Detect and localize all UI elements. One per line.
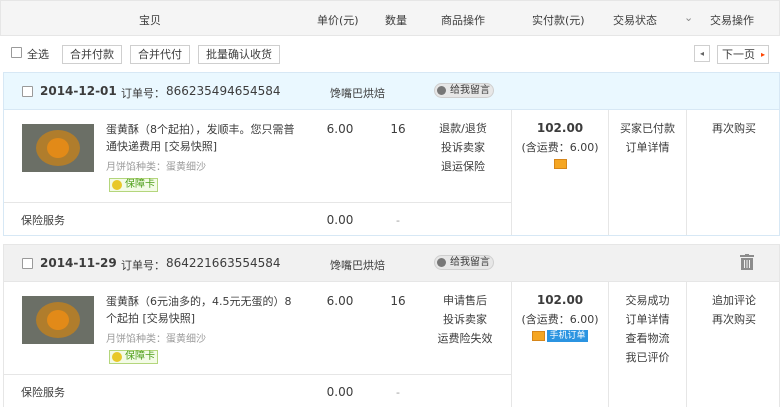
status-cell: 交易成功 订单详情 查看物流 我已评价	[609, 291, 686, 367]
product-spec: 月饼馅种类：蛋黄细沙	[106, 334, 206, 345]
table-header: 宝贝 单价(元) 数量 商品操作 实付款(元) 交易状态 ⌄ 交易操作	[0, 0, 780, 36]
status-filter-chevron-down-icon[interactable]: ⌄	[684, 11, 693, 24]
shipping-fee: (含运费：6.00)	[521, 141, 599, 154]
col-unit-price: 单价(元)	[317, 14, 359, 27]
trade-ops-cell: 再次购买	[687, 119, 780, 138]
add-review-link[interactable]: 追加评论	[687, 291, 780, 310]
buy-again-link[interactable]: 再次购买	[687, 310, 780, 329]
return-insurance-link[interactable]: 退运保险	[433, 157, 493, 176]
payment-cell: 102.00 (含运费：6.00) 手机订单	[512, 291, 608, 343]
product-title-link[interactable]: 蛋黄酥（8个起拍），发顺丰。您只需普通快递费用 [交易快照]	[106, 121, 302, 155]
merge-proxy-pay-button[interactable]: 合并代付	[130, 45, 190, 64]
trash-icon[interactable]	[740, 254, 754, 270]
shop-name[interactable]: 馋嘴巴烘焙	[330, 85, 385, 101]
insurance-price: 0.00	[326, 213, 354, 227]
guarantee-card-label: 保障卡	[125, 351, 155, 362]
product-thumbnail[interactable]	[22, 124, 94, 172]
shield-icon	[112, 180, 122, 190]
select-all-checkbox[interactable]	[11, 47, 22, 58]
leave-message-button[interactable]: 给我留言	[434, 255, 494, 270]
reviewed-link[interactable]: 我已评价	[609, 348, 686, 367]
order-total: 102.00	[536, 121, 584, 135]
item-ops: 申请售后 投诉卖家 运费险失效	[433, 291, 497, 348]
insurance-row: 保险服务 0.00 -	[4, 374, 511, 407]
order-number-label: 订单号：	[121, 259, 165, 272]
col-item: 宝贝	[139, 14, 161, 27]
mobile-order-badge: 手机订单	[547, 330, 588, 342]
shield-icon	[112, 352, 122, 362]
order-number: 866235494654584	[166, 84, 281, 98]
next-arrow-icon: ▸	[760, 50, 765, 59]
complain-seller-link[interactable]: 投诉卖家	[433, 138, 493, 157]
batch-confirm-button[interactable]: 批量确认收货	[198, 45, 280, 64]
merge-pay-button[interactable]: 合并付款	[62, 45, 122, 64]
quantity: 16	[390, 122, 406, 136]
insurance-label: 保险服务	[21, 386, 65, 399]
payment-cell: 102.00 (含运费：6.00)	[512, 119, 608, 171]
after-sales-link[interactable]: 申请售后	[433, 291, 497, 310]
shipping-fee: (含运费：6.00)	[521, 313, 599, 326]
order-total: 102.00	[536, 293, 584, 307]
batch-toolbar: 全选 合并付款 合并代付 批量确认收货 ◂ 下一页 ▸	[0, 36, 780, 70]
col-status: 交易状态	[613, 14, 657, 27]
select-all-label[interactable]: 全选	[27, 46, 49, 62]
buy-again-link[interactable]: 再次购买	[687, 119, 780, 138]
order-card: 2014-11-29 订单号： 864221663554584 馋嘴巴烘焙 给我…	[3, 244, 780, 407]
trade-ops-cell: 追加评论 再次购买	[687, 291, 780, 329]
order-date: 2014-12-01	[40, 84, 117, 98]
prev-page-button[interactable]: ◂	[694, 45, 710, 62]
insurance-qty: -	[396, 386, 400, 399]
insurance-price: 0.00	[326, 385, 354, 399]
order-checkbox[interactable]	[22, 258, 33, 269]
order-header: 2014-11-29 订单号： 864221663554584 馋嘴巴烘焙 给我…	[4, 245, 779, 282]
col-trade-ops: 交易操作	[710, 14, 754, 27]
order-number-label: 订单号：	[121, 87, 165, 100]
next-page-button[interactable]: 下一页 ▸	[717, 45, 769, 64]
quantity: 16	[390, 294, 406, 308]
insurance-label: 保险服务	[21, 214, 65, 227]
trade-status: 买家已付款	[620, 122, 675, 135]
card-icon	[532, 331, 546, 341]
col-quantity: 数量	[385, 14, 407, 27]
insurance-row: 保险服务 0.00 -	[4, 202, 511, 237]
order-card: 2014-12-01 订单号： 866235494654584 馋嘴巴烘焙 给我…	[3, 72, 780, 236]
item-ops: 退款/退货 投诉卖家 退运保险	[433, 119, 493, 176]
insurance-qty: -	[396, 214, 400, 227]
speech-bubble-icon	[437, 258, 446, 267]
order-date: 2014-11-29	[40, 256, 117, 270]
guarantee-card-badge[interactable]: 保障卡	[109, 178, 158, 192]
leave-message-label: 给我留言	[450, 85, 490, 96]
card-icon	[553, 159, 567, 169]
order-details-link[interactable]: 订单详情	[609, 138, 686, 157]
order-number: 864221663554584	[166, 256, 281, 270]
col-paid: 实付款(元)	[532, 14, 585, 27]
unit-price: 6.00	[326, 122, 354, 136]
item-row: 蛋黄酥（8个起拍），发顺丰。您只需普通快递费用 [交易快照] 月饼馅种类：蛋黄细…	[4, 110, 779, 202]
product-thumbnail[interactable]	[22, 296, 94, 344]
product-title-link[interactable]: 蛋黄酥（6元油多的，4.5元无蛋的）8个起拍 [交易快照]	[106, 293, 302, 327]
order-details-link[interactable]: 订单详情	[609, 310, 686, 329]
speech-bubble-icon	[437, 86, 446, 95]
product-spec: 月饼馅种类：蛋黄细沙	[106, 162, 206, 173]
guarantee-card-label: 保障卡	[125, 179, 155, 190]
unit-price: 6.00	[326, 294, 354, 308]
view-logistics-link[interactable]: 查看物流	[609, 329, 686, 348]
refund-return-link[interactable]: 退款/退货	[433, 119, 493, 138]
yolk-image	[47, 310, 69, 330]
item-row: 蛋黄酥（6元油多的，4.5元无蛋的）8个起拍 [交易快照] 月饼馅种类：蛋黄细沙…	[4, 282, 779, 374]
shipping-insurance-expired-link[interactable]: 运费险失效	[433, 329, 497, 348]
trade-status: 交易成功	[625, 294, 670, 307]
leave-message-button[interactable]: 给我留言	[434, 83, 494, 98]
order-header: 2014-12-01 订单号： 866235494654584 馋嘴巴烘焙 给我…	[4, 73, 779, 110]
complain-seller-link[interactable]: 投诉卖家	[433, 310, 497, 329]
shop-name[interactable]: 馋嘴巴烘焙	[330, 257, 385, 273]
leave-message-label: 给我留言	[450, 257, 490, 268]
status-cell: 买家已付款 订单详情	[609, 119, 686, 157]
yolk-image	[47, 138, 69, 158]
order-checkbox[interactable]	[22, 86, 33, 97]
guarantee-card-badge[interactable]: 保障卡	[109, 350, 158, 364]
next-page-label: 下一页	[722, 48, 755, 61]
col-item-ops: 商品操作	[441, 14, 485, 27]
